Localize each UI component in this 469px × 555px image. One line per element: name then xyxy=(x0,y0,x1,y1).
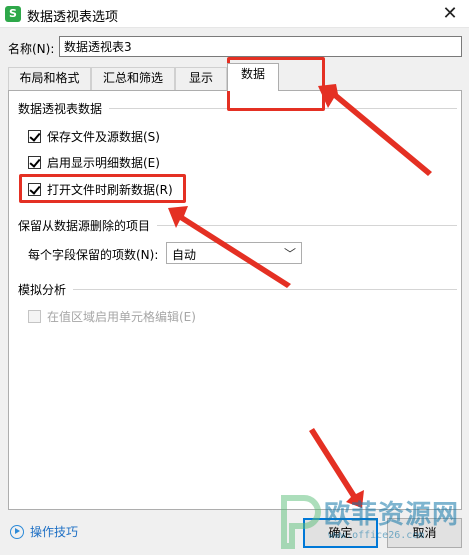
window-title: 数据透视表选项 xyxy=(27,10,119,25)
checkbox[interactable] xyxy=(28,155,41,169)
checkbox[interactable] xyxy=(28,182,41,196)
close-button[interactable]: ✕ xyxy=(439,3,461,25)
wps-spreadsheet-icon: S xyxy=(5,6,21,22)
option-enable-cell-editing: 在值区域启用单元格编辑(E) xyxy=(28,307,196,325)
cancel-button[interactable]: 取消 xyxy=(387,518,462,548)
items-retained-select[interactable]: 自动 ﹀ xyxy=(166,242,302,264)
checkbox xyxy=(28,309,41,323)
tab-panel-data: 数据透视表数据 保存文件及源数据(S) 启用显示明细数据(E) 打开文件时刷新数… xyxy=(8,90,462,510)
section-divider xyxy=(157,225,457,226)
option-save-source-data[interactable]: 保存文件及源数据(S) xyxy=(28,127,160,145)
tips-label: 操作技巧 xyxy=(30,525,79,539)
name-input[interactable] xyxy=(59,36,462,57)
section-divider xyxy=(73,289,457,290)
items-retained-label: 每个字段保留的项数(N): xyxy=(28,248,159,262)
option-label: 在值区域启用单元格编辑(E) xyxy=(47,309,196,324)
tab-data[interactable]: 数据 xyxy=(227,63,279,91)
ok-button[interactable]: 确定 xyxy=(303,518,378,548)
tab-layout-format[interactable]: 布局和格式 xyxy=(8,67,91,90)
play-circle-icon xyxy=(10,524,24,539)
tab-strip: 布局和格式 汇总和筛选 显示 数据 xyxy=(8,63,462,91)
section-divider xyxy=(109,108,457,109)
tab-display[interactable]: 显示 xyxy=(175,67,227,90)
select-value: 自动 xyxy=(172,248,197,262)
option-label: 保存文件及源数据(S) xyxy=(47,129,160,144)
title-bar: S 数据透视表选项 ✕ xyxy=(0,0,469,28)
option-refresh-on-open[interactable]: 打开文件时刷新数据(R) xyxy=(28,180,173,198)
option-label: 打开文件时刷新数据(R) xyxy=(47,182,173,197)
section-title-pivot-data: 数据透视表数据 xyxy=(18,102,103,116)
section-title-retain-items: 保留从数据源删除的项目 xyxy=(18,219,151,233)
option-label: 启用显示明细数据(E) xyxy=(47,155,160,170)
chevron-down-icon: ﹀ xyxy=(283,247,296,261)
option-enable-show-details[interactable]: 启用显示明细数据(E) xyxy=(28,153,160,171)
tab-totals-filters[interactable]: 汇总和筛选 xyxy=(91,67,175,90)
tips-link[interactable]: 操作技巧 xyxy=(10,523,78,540)
name-label: 名称(N): xyxy=(8,42,55,56)
checkbox[interactable] xyxy=(28,129,41,143)
section-title-what-if: 模拟分析 xyxy=(18,283,67,297)
